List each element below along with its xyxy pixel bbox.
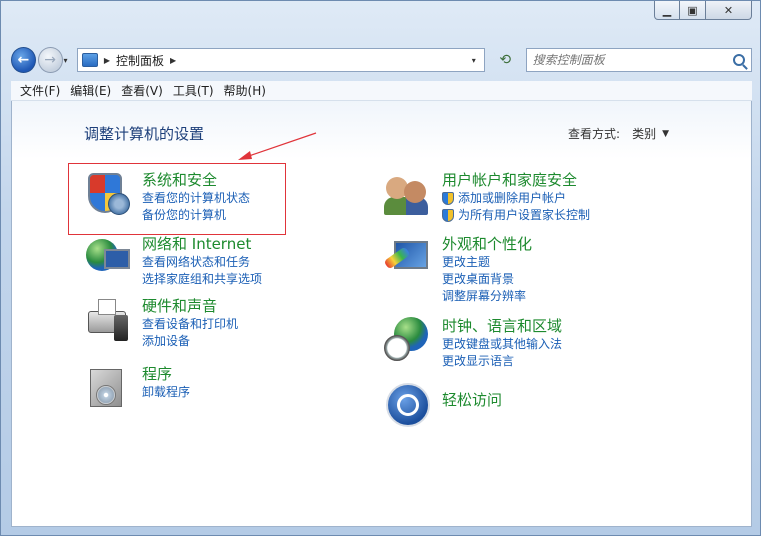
control-panel-window: ▁ ▣ ✕ ← → ▾ ▶ 控制面板 ▶ ▾ ⟲ 搜索控制面板 文件(F) 编辑… [0, 0, 761, 536]
category-title-system[interactable]: 系统和安全 [142, 171, 250, 190]
control-panel-icon [81, 53, 98, 67]
caption-buttons: ▁ ▣ ✕ [654, 1, 752, 20]
category-title-users[interactable]: 用户帐户和家庭安全 [442, 171, 590, 190]
category-hardware-sound: 硬件和声音 查看设备和打印机 添加设备 [84, 297, 238, 350]
category-title-programs[interactable]: 程序 [142, 365, 190, 384]
programs-box-icon [84, 365, 134, 415]
security-shield-icon [84, 171, 134, 221]
category-programs: 程序 卸载程序 [84, 365, 190, 415]
link-keyboard-input[interactable]: 更改键盘或其他输入法 [442, 336, 562, 353]
view-by: 查看方式: 类别 ▼ [568, 125, 669, 142]
monitor-shape [104, 249, 130, 269]
navigation-bar: ← → ▾ ▶ 控制面板 ▶ ▾ ⟲ [11, 45, 752, 75]
chevron-down-icon: ▾ [63, 55, 68, 65]
annotation-arrow-head [238, 151, 252, 160]
link-display-language[interactable]: 更改显示语言 [442, 353, 562, 370]
globe-clock-icon [384, 317, 434, 367]
close-icon: ✕ [723, 3, 734, 17]
disc-shape [96, 385, 116, 405]
category-network-internet: 网络和 Internet 查看网络状态和任务 选择家庭组和共享选项 [84, 235, 262, 288]
printer-icon [84, 297, 134, 347]
user-head-shape [404, 181, 426, 203]
back-arrow-icon: ← [17, 52, 30, 68]
view-by-dropdown[interactable]: 类别 [632, 125, 656, 142]
forward-arrow-icon: → [44, 52, 56, 68]
search-icon[interactable] [733, 54, 745, 66]
uac-shield-icon [442, 209, 454, 222]
back-button[interactable]: ← [11, 47, 36, 73]
refresh-icon: ⟲ [499, 52, 512, 68]
breadcrumb-control-panel[interactable]: 控制面板 [116, 52, 164, 69]
close-button[interactable]: ✕ [706, 1, 752, 20]
refresh-button[interactable]: ⟲ [495, 52, 516, 68]
category-title-network[interactable]: 网络和 Internet [142, 235, 262, 254]
menu-tools[interactable]: 工具(T) [168, 82, 219, 99]
breadcrumb-separator-icon[interactable]: ▶ [104, 56, 110, 65]
category-title-appearance[interactable]: 外观和个性化 [442, 235, 532, 254]
forward-button[interactable]: → [37, 47, 63, 73]
link-view-computer-status[interactable]: 查看您的计算机状态 [142, 190, 250, 207]
link-devices-printers[interactable]: 查看设备和打印机 [142, 316, 238, 333]
content-pane: 调整计算机的设置 查看方式: 类别 ▼ 系统和安全 查看您的计算机状态 备份您的… [11, 101, 752, 527]
category-title-clock[interactable]: 时钟、语言和区域 [442, 317, 562, 336]
ease-of-access-icon [384, 381, 434, 431]
menu-help[interactable]: 帮助(H) [219, 82, 271, 99]
speaker-shape [114, 315, 128, 341]
link-uninstall-program[interactable]: 卸载程序 [142, 384, 190, 401]
category-user-accounts: 用户帐户和家庭安全 添加或删除用户帐户 为所有用户设置家长控制 [384, 171, 590, 224]
category-ease-of-access: 轻松访问 [384, 381, 502, 431]
network-globe-icon [84, 235, 134, 285]
menu-view[interactable]: 查看(V) [116, 82, 168, 99]
link-network-status[interactable]: 查看网络状态和任务 [142, 254, 262, 271]
view-by-label: 查看方式: [568, 127, 621, 141]
minimize-icon: ▁ [662, 3, 672, 17]
link-parental-controls-text[interactable]: 为所有用户设置家长控制 [458, 207, 590, 224]
category-clock-language-region: 时钟、语言和区域 更改键盘或其他输入法 更改显示语言 [384, 317, 562, 370]
link-change-theme[interactable]: 更改主题 [442, 254, 532, 271]
category-title-ease[interactable]: 轻松访问 [442, 391, 502, 410]
chevron-down-icon[interactable]: ▼ [662, 129, 669, 139]
category-appearance: 外观和个性化 更改主题 更改桌面背景 调整屏幕分辨率 [383, 235, 532, 305]
category-title-hardware[interactable]: 硬件和声音 [142, 297, 238, 316]
link-parental-controls[interactable]: 为所有用户设置家长控制 [442, 207, 590, 224]
link-backup-computer[interactable]: 备份您的计算机 [142, 207, 250, 224]
address-bar[interactable]: ▶ 控制面板 ▶ ▾ [76, 48, 485, 72]
breadcrumb-separator-icon[interactable]: ▶ [170, 56, 176, 65]
maximize-icon: ▣ [687, 3, 698, 17]
menu-file[interactable]: 文件(F) [15, 82, 65, 99]
link-homegroup-sharing[interactable]: 选择家庭组和共享选项 [142, 271, 262, 288]
personalization-icon [383, 235, 434, 285]
recent-pages-dropdown[interactable]: ▾ [64, 56, 75, 65]
menu-edit[interactable]: 编辑(E) [65, 82, 116, 99]
minimize-button[interactable]: ▁ [654, 1, 680, 20]
address-dropdown-icon[interactable]: ▾ [472, 56, 476, 65]
search-box[interactable] [525, 48, 752, 72]
link-screen-resolution[interactable]: 调整屏幕分辨率 [442, 288, 532, 305]
annotation-arrow [238, 132, 317, 160]
link-change-background[interactable]: 更改桌面背景 [442, 271, 532, 288]
annotation-arrow-line [245, 132, 317, 158]
menu-bar: 文件(F) 编辑(E) 查看(V) 工具(T) 帮助(H) [11, 81, 752, 101]
pie-chart-shape [108, 193, 130, 215]
uac-shield-icon [442, 192, 454, 205]
link-add-remove-users[interactable]: 添加或删除用户帐户 [442, 190, 590, 207]
category-system-security: 系统和安全 查看您的计算机状态 备份您的计算机 [84, 171, 250, 224]
maximize-button[interactable]: ▣ [680, 1, 706, 20]
access-ring-shape [397, 394, 419, 416]
link-add-device[interactable]: 添加设备 [142, 333, 238, 350]
link-add-remove-users-text[interactable]: 添加或删除用户帐户 [458, 190, 566, 207]
users-icon [384, 171, 434, 221]
paper-shape [98, 299, 116, 315]
clock-shape [384, 335, 410, 361]
page-title: 调整计算机的设置 [84, 125, 205, 143]
search-input[interactable] [532, 53, 733, 67]
